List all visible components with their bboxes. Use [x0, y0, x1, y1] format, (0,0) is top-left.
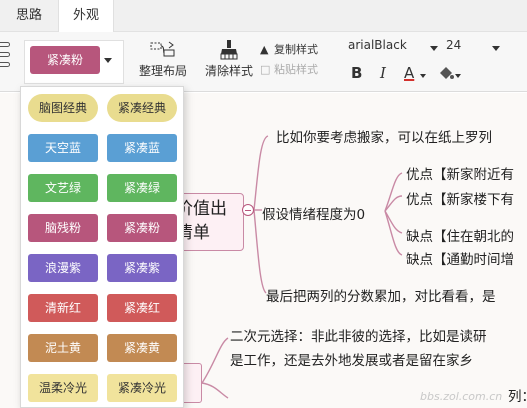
layout-button[interactable]: 整理布局	[136, 40, 190, 79]
theme-option-4[interactable]: 紧凑蓝	[107, 134, 177, 162]
tab-bar: 思路 外观	[0, 0, 527, 33]
binary-choice-line2[interactable]: 是工作，还是去外地发展或者是留在家乡	[230, 349, 473, 369]
theme-option-12[interactable]: 紧凑红	[107, 294, 177, 322]
app-root: 思路 外观 紧凑粉 整理布局 清除样式 ▲ 复制样式 □ 粘贴样式 arialB…	[0, 0, 527, 408]
con-item-2[interactable]: 缺点【通勤时间增	[406, 248, 514, 268]
theme-option-3[interactable]: 天空蓝	[28, 134, 98, 162]
branch-mid[interactable]: 假设情绪程度为0	[262, 203, 365, 223]
branch-top[interactable]: 比如你要考虑搬家，可以在纸上罗列	[276, 126, 492, 146]
fill-color-icon[interactable]	[437, 65, 455, 83]
theme-option-15[interactable]: 温柔冷光	[28, 374, 98, 402]
pro-item-1[interactable]: 优点【新家附近有	[406, 163, 514, 183]
toolbar: 紧凑粉 整理布局 清除样式 ▲ 复制样式 □ 粘贴样式 arialBlack 2…	[0, 32, 527, 92]
clear-style-label: 清除样式	[204, 64, 253, 78]
theme-option-8[interactable]: 紧凑粉	[107, 214, 177, 242]
theme-caret-icon[interactable]	[104, 58, 112, 63]
italic-button[interactable]: I	[380, 64, 386, 82]
paste-style-button[interactable]: □ 粘贴样式	[260, 62, 318, 78]
theme-option-2[interactable]: 紧凑经典	[107, 94, 177, 122]
tab-ideas[interactable]: 思路	[0, 0, 58, 32]
layout-icon	[150, 41, 175, 57]
layout-label: 整理布局	[138, 64, 187, 78]
bold-button[interactable]: B	[351, 64, 362, 82]
copy-style-label: 复制样式	[274, 43, 318, 56]
fill-color-caret-icon[interactable]	[455, 74, 461, 78]
tab-appearance[interactable]: 外观	[58, 0, 114, 33]
copy-style-button[interactable]: ▲ 复制样式	[260, 42, 318, 58]
binary-choice-line1[interactable]: 二次元选择：非此非彼的选择，比如是读研	[230, 325, 487, 345]
font-size-caret-icon[interactable]	[492, 46, 500, 51]
theme-option-11[interactable]: 清新红	[28, 294, 98, 322]
theme-option-14[interactable]: 紧凑黄	[107, 334, 177, 362]
font-family-select[interactable]: arialBlack	[348, 38, 407, 52]
font-color-button[interactable]: A	[404, 64, 414, 82]
theme-option-16[interactable]: 紧凑冷光	[107, 374, 177, 402]
current-theme-button[interactable]: 紧凑粉	[30, 46, 100, 74]
theme-dropdown: 脑图经典 紧凑经典 天空蓝 紧凑蓝 文艺绿 紧凑绿 脑残粉 紧凑粉 浪漫紫 紧凑…	[20, 86, 184, 408]
paste-style-icon: □	[260, 63, 271, 76]
theme-option-6[interactable]: 紧凑绿	[107, 174, 177, 202]
branch-bottom[interactable]: 最后把两列的分数累加，对比看看，是	[266, 285, 496, 305]
pro-item-2[interactable]: 优点【新家楼下有	[406, 188, 514, 208]
collapse-icon[interactable]	[242, 204, 254, 216]
font-color-caret-icon[interactable]	[420, 74, 426, 78]
watermark: bbs.zol.com.cn	[420, 390, 503, 403]
theme-option-9[interactable]: 浪漫紫	[28, 254, 98, 282]
theme-option-7[interactable]: 脑残粉	[28, 214, 98, 242]
theme-option-13[interactable]: 泥土黄	[28, 334, 98, 362]
theme-option-1[interactable]: 脑图经典	[28, 94, 98, 122]
brush-icon	[220, 40, 238, 60]
structure-icon[interactable]	[0, 42, 12, 78]
example-label[interactable]: 列：	[508, 385, 527, 405]
font-family-caret-icon[interactable]	[430, 46, 438, 51]
theme-option-5[interactable]: 文艺绿	[28, 174, 98, 202]
clear-style-button[interactable]: 清除样式	[202, 40, 256, 79]
con-item-1[interactable]: 缺点【住在朝北的	[406, 225, 514, 245]
font-size-select[interactable]: 24	[446, 38, 461, 52]
copy-style-icon: ▲	[260, 43, 269, 56]
theme-option-10[interactable]: 紧凑紫	[107, 254, 177, 282]
paste-style-label: 粘贴样式	[274, 63, 318, 76]
